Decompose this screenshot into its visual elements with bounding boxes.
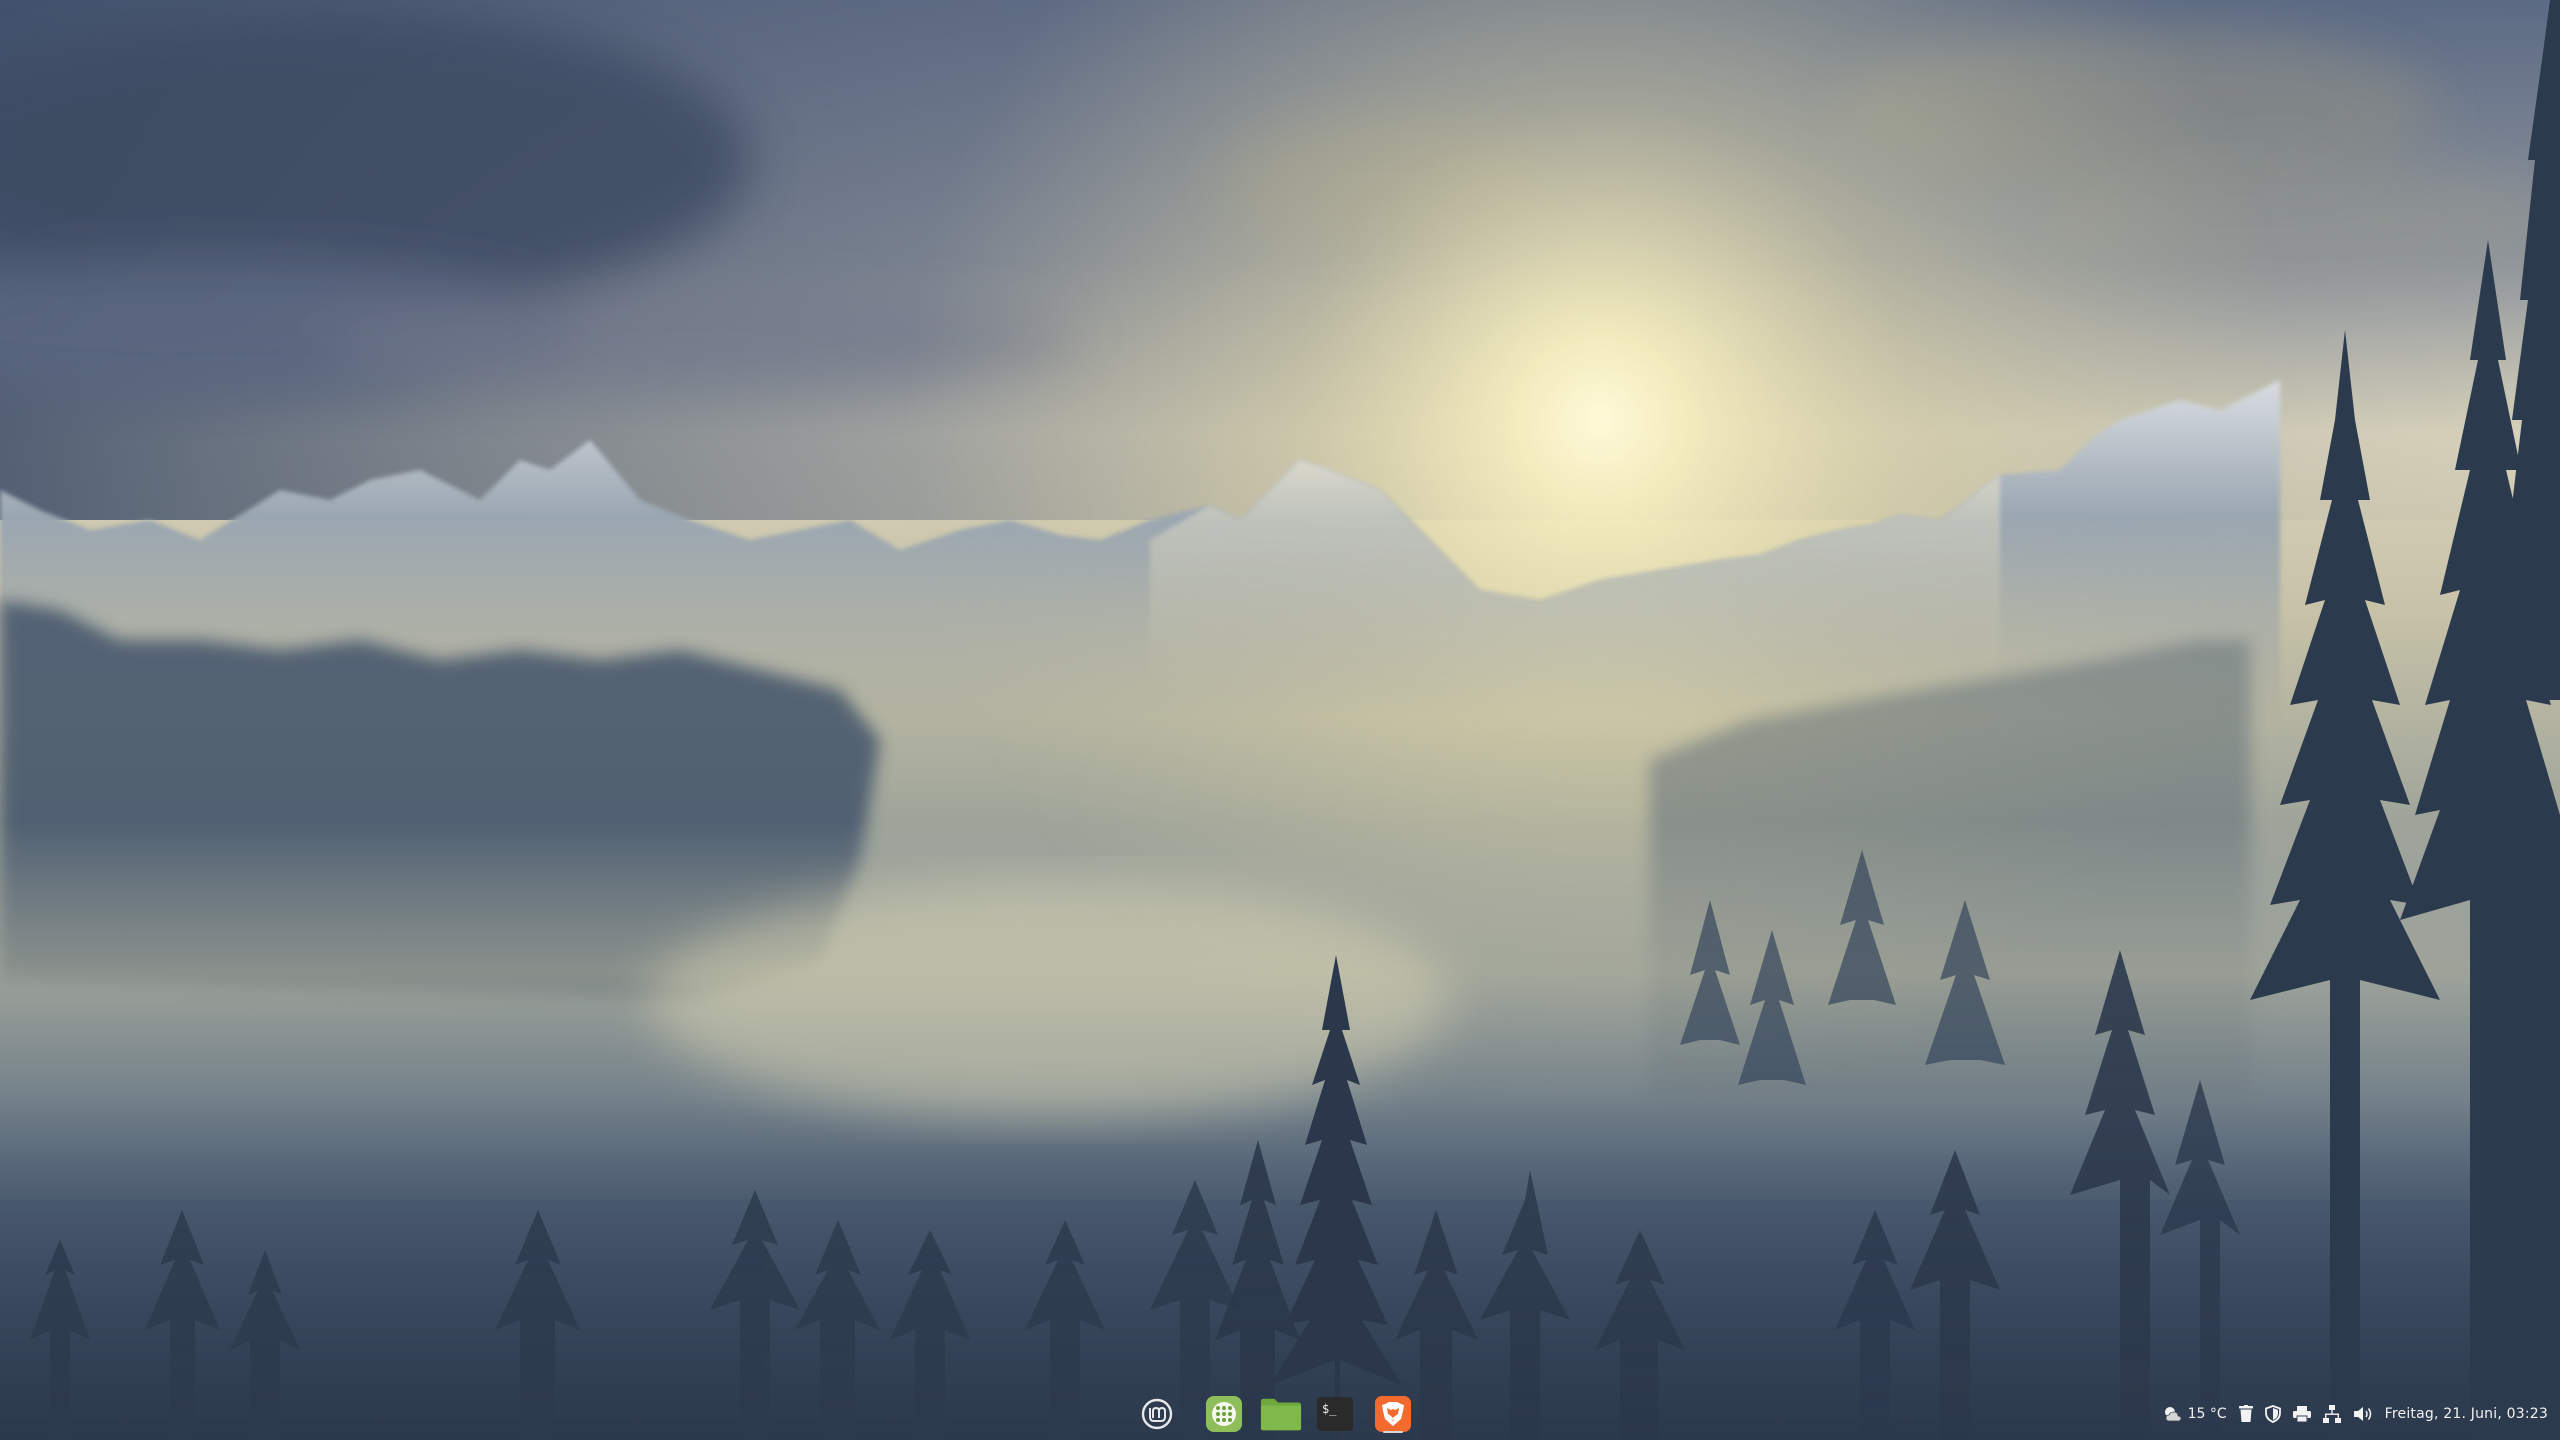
volume-icon: [2353, 1407, 2371, 1421]
network-icon: [2322, 1405, 2341, 1423]
update-manager-applet[interactable]: [2264, 1405, 2281, 1423]
software-manager-launcher[interactable]: [1203, 1394, 1245, 1434]
weather-temperature: 15 °C: [2187, 1406, 2227, 1422]
shield-icon: [2264, 1405, 2281, 1423]
calendar-applet[interactable]: Freitag, 21. Juni, 03:23: [2385, 1406, 2548, 1422]
brave-browser-launcher[interactable]: [1372, 1394, 1414, 1434]
desktop-wallpaper: [0, 0, 2560, 1440]
brave-lion-icon: [1375, 1396, 1411, 1432]
printer-applet[interactable]: [2292, 1406, 2311, 1422]
weather-applet[interactable]: 15 °C: [2163, 1405, 2227, 1423]
app-grid-icon: [1206, 1396, 1242, 1432]
sound-applet[interactable]: [2353, 1405, 2373, 1423]
terminal-launcher[interactable]: $_: [1314, 1394, 1356, 1434]
desktop[interactable]: $_ 15 °C Freitag, 21. Juni, 03:23: [0, 0, 2560, 1440]
active-window-indicator: [1383, 1431, 1403, 1433]
trash-icon: [2238, 1405, 2253, 1422]
trash-applet[interactable]: [2238, 1405, 2253, 1423]
linux-mint-logo-icon: [1141, 1398, 1173, 1430]
bottom-panel: $_ 15 °C Freitag, 21. Juni, 03:23: [0, 1388, 2560, 1440]
printer-icon: [2292, 1406, 2311, 1422]
folder-icon: [1260, 1398, 1302, 1431]
clock: Freitag, 21. Juni, 03:23: [2384, 1406, 2548, 1422]
terminal-icon: $_: [1317, 1397, 1353, 1431]
network-applet[interactable]: [2322, 1405, 2341, 1423]
weather-partly-cloudy-icon: [2164, 1407, 2181, 1422]
menu-button[interactable]: [1136, 1394, 1178, 1434]
terminal-prompt-glyph: $_: [1322, 1402, 1337, 1416]
system-tray: 15 °C Freitag, 21. Juni, 03:23: [2163, 1388, 2548, 1440]
files-launcher[interactable]: [1260, 1394, 1302, 1434]
